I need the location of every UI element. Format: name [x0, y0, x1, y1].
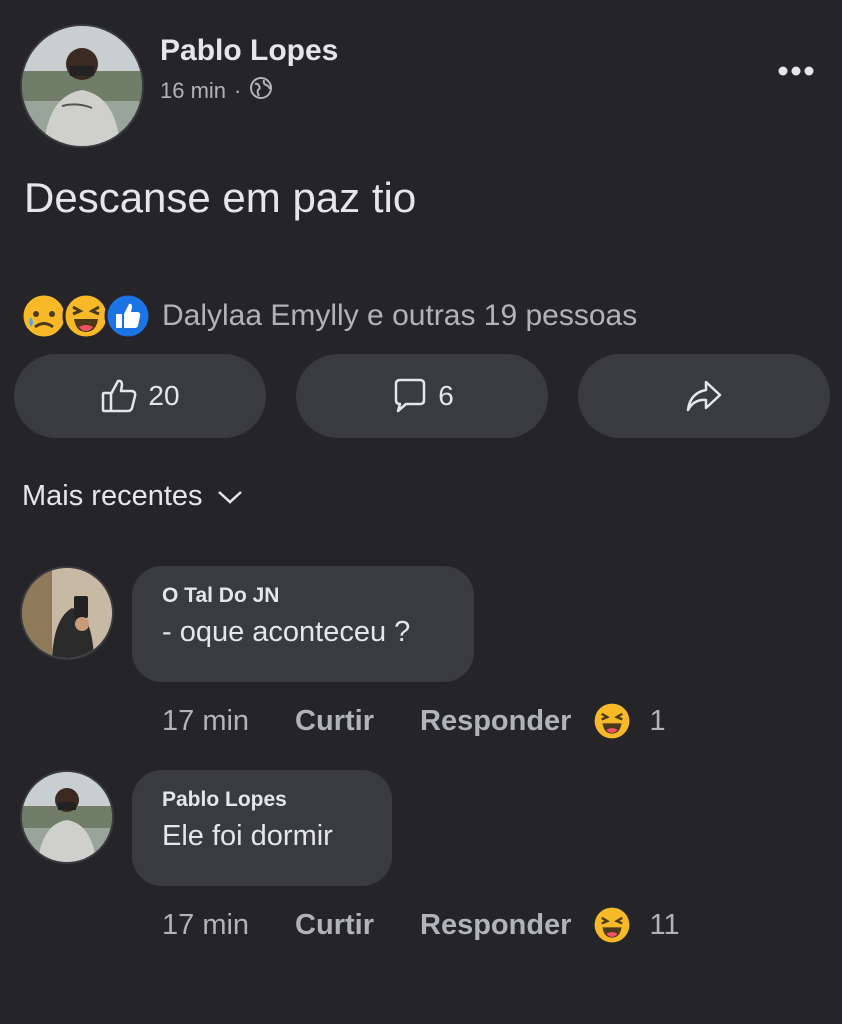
post-time[interactable]: 16 min [160, 78, 226, 104]
commenter-avatar[interactable] [20, 566, 114, 660]
commenter-avatar[interactable] [20, 770, 114, 864]
post-text: Descanse em paz tio [24, 174, 417, 221]
haha-emoji-icon [595, 907, 630, 943]
like-count: 20 [148, 380, 180, 411]
sort-label: Mais recentes [22, 480, 203, 512]
sad-emoji-icon [20, 292, 68, 340]
comment-time[interactable]: 17 min [162, 705, 249, 738]
author-avatar[interactable] [20, 24, 144, 148]
comment-reaction-count[interactable]: 1 [649, 705, 665, 738]
haha-emoji-icon [595, 703, 630, 739]
comment-meta: 17 min Curtir Responder 11 [162, 906, 680, 944]
meta-separator: · [234, 78, 242, 103]
comment-icon [394, 378, 426, 413]
thumbs-up-icon [102, 379, 137, 413]
like-button[interactable]: 20 [14, 354, 266, 438]
like-icon [104, 292, 152, 340]
more-options-button[interactable] [776, 56, 816, 86]
comment-reply-button[interactable]: Responder [420, 705, 571, 738]
comment-meta: 17 min Curtir Responder 1 [162, 702, 666, 740]
comment-author[interactable]: Pablo Lopes [162, 788, 362, 812]
chevron-down-icon [217, 490, 242, 504]
reactions-summary-text: Dalylaa Emylly e outras 19 pessoas [162, 299, 638, 332]
post-author-name[interactable]: Pablo Lopes [160, 34, 338, 68]
comment-like-button[interactable]: Curtir [295, 705, 374, 738]
more-dots-icon [778, 66, 814, 76]
comment-count: 6 [438, 380, 454, 411]
post-actions: 20 6 [14, 354, 830, 438]
globe-icon [249, 76, 273, 106]
comment-author[interactable]: O Tal Do JN [162, 584, 444, 608]
comment-text: - oque aconteceu ? [162, 616, 411, 648]
reactions-summary[interactable]: Dalylaa Emylly e outras 19 pessoas [20, 292, 637, 340]
comment-bubble: Pablo Lopes Ele foi dormir [132, 770, 392, 886]
share-button[interactable] [578, 354, 830, 438]
comment-like-button[interactable]: Curtir [295, 909, 374, 942]
post-meta: 16 min · [160, 76, 273, 106]
comment-button[interactable]: 6 [296, 354, 548, 438]
comment-text: Ele foi dormir [162, 820, 333, 852]
comment-sort-dropdown[interactable]: Mais recentes [22, 480, 243, 513]
share-icon [686, 380, 722, 412]
comment-reply-button[interactable]: Responder [420, 909, 571, 942]
post-page: Pablo Lopes 16 min · Descanse em paz tio [0, 0, 842, 1024]
haha-emoji-icon [62, 292, 110, 340]
comment-reaction-count[interactable]: 11 [649, 909, 679, 942]
reaction-icons [20, 292, 152, 340]
comment-time[interactable]: 17 min [162, 909, 249, 942]
comment-bubble: O Tal Do JN - oque aconteceu ? [132, 566, 474, 682]
